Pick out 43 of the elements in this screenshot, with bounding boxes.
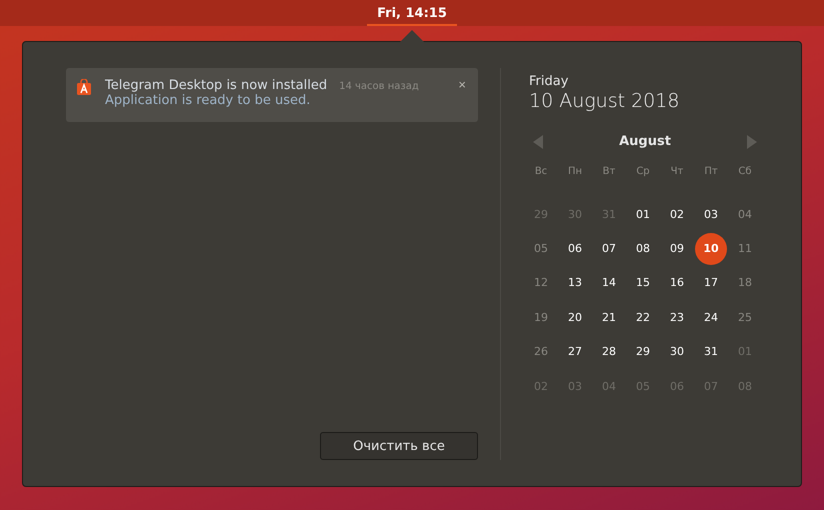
calendar-day[interactable]: 21 [593,301,625,334]
weekday-header: Пт [703,165,719,179]
weekday-header: Чт [670,165,684,179]
calendar-day[interactable]: 01 [627,198,659,230]
weekday-header: Вс [534,165,548,179]
calendar-day[interactable]: 23 [661,301,693,334]
weekday-header: Пн [566,165,584,179]
calendar-day[interactable]: 28 [593,336,625,368]
calendar-day[interactable]: 31 [695,336,727,368]
notification-body: Application is ready to be used. [105,93,312,108]
calendar-day[interactable]: 13 [559,266,591,299]
calendar-day[interactable]: 22 [627,301,659,334]
previous-month-icon[interactable] [533,134,543,148]
calendar-day[interactable]: 03 [695,198,727,230]
calendar-day[interactable]: 07 [593,232,625,265]
close-button[interactable]: × [456,78,468,92]
month-label: August [619,134,671,149]
calendar-day[interactable]: 06 [559,232,591,265]
calendar-day[interactable]: 24 [695,301,727,334]
calendar-day[interactable]: 29 [627,336,659,368]
calendar-day[interactable]: 08 [627,232,659,265]
date-label: 10 August 2018 [529,90,680,112]
weekday-header: Вт [602,165,616,179]
notification-card[interactable]: Telegram Desktop is now installed 14 часов назад Application is ready to be used. × [66,68,478,122]
calendar-day[interactable]: 27 [559,336,591,368]
calendar-day[interactable]: 10 [695,232,727,265]
notification-time: 14 часов назад [339,81,419,92]
clock-button[interactable]: Fri, 14:15 [367,0,457,26]
calendar-day[interactable]: 09 [661,232,693,265]
calendar-day[interactable]: 16 [661,266,693,299]
calendar-day[interactable]: 14 [593,266,625,299]
notification-title: Telegram Desktop is now installed [105,78,328,93]
calendar-day[interactable]: 02 [661,198,693,230]
weekday-header: Сб [737,165,753,179]
weekday-header: Ср [635,165,651,179]
calendar-day[interactable]: 30 [661,336,693,368]
weekday-label: Friday [529,74,570,89]
calendar-day[interactable]: 17 [695,266,727,299]
calendar-day[interactable]: 15 [627,266,659,299]
shopping-bag-icon [76,79,92,95]
next-month-icon[interactable] [747,134,757,148]
calendar-day[interactable]: 20 [559,301,591,334]
clear-all-button[interactable]: Очистить все [320,432,478,460]
